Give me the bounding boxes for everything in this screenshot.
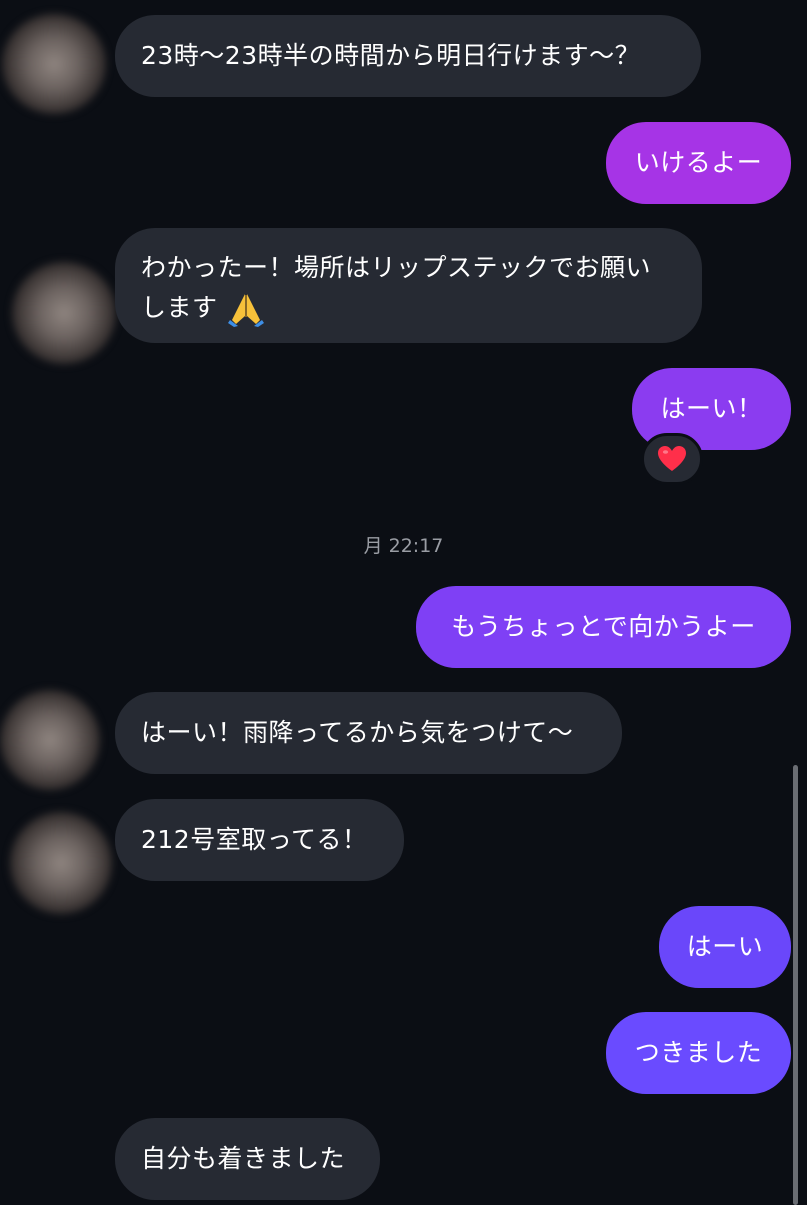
contact-avatar[interactable] bbox=[2, 14, 106, 114]
message-reaction[interactable] bbox=[641, 433, 703, 485]
contact-avatar[interactable] bbox=[10, 812, 112, 914]
folded-hands-icon bbox=[227, 294, 264, 327]
message-text: 212号室取ってる！ bbox=[141, 825, 368, 854]
message-bubble-outgoing[interactable]: はーい bbox=[659, 906, 791, 988]
message-bubble-incoming[interactable]: 自分も着きました bbox=[115, 1118, 380, 1200]
message-text: はーい！雨降ってるから気をつけて〜 bbox=[141, 718, 574, 747]
message-text: 23時〜23時半の時間から明日行けます〜？ bbox=[141, 41, 641, 70]
message-text: わかったー！場所はリップステックでお願い bbox=[141, 253, 652, 282]
message-bubble-incoming[interactable]: 212号室取ってる！ bbox=[115, 799, 404, 881]
timestamp: 月 22:17 bbox=[363, 535, 444, 557]
message-bubble-outgoing[interactable]: つきました bbox=[606, 1012, 791, 1094]
message-text: もうちょっとで向かうよー bbox=[451, 612, 756, 641]
message-text: はーい！ bbox=[660, 394, 763, 423]
message-bubble-incoming[interactable]: 23時〜23時半の時間から明日行けます〜？ bbox=[115, 15, 701, 97]
message-bubble-outgoing[interactable]: いけるよー bbox=[606, 122, 791, 204]
scrollbar[interactable] bbox=[793, 765, 798, 1205]
message-text-line2: します bbox=[141, 288, 676, 328]
contact-avatar[interactable] bbox=[12, 262, 116, 364]
heart-icon bbox=[658, 446, 686, 471]
message-bubble-outgoing[interactable]: もうちょっとで向かうよー bbox=[416, 586, 791, 668]
message-text: つきました bbox=[634, 1038, 763, 1067]
message-text: はーい bbox=[686, 932, 764, 961]
message-bubble-incoming[interactable]: はーい！雨降ってるから気をつけて〜 bbox=[115, 692, 622, 774]
message-text: 自分も着きました bbox=[141, 1144, 346, 1173]
message-bubble-incoming[interactable]: わかったー！場所はリップステックでお願い します bbox=[115, 228, 702, 343]
contact-avatar[interactable] bbox=[0, 690, 100, 790]
message-text: いけるよー bbox=[634, 148, 763, 177]
